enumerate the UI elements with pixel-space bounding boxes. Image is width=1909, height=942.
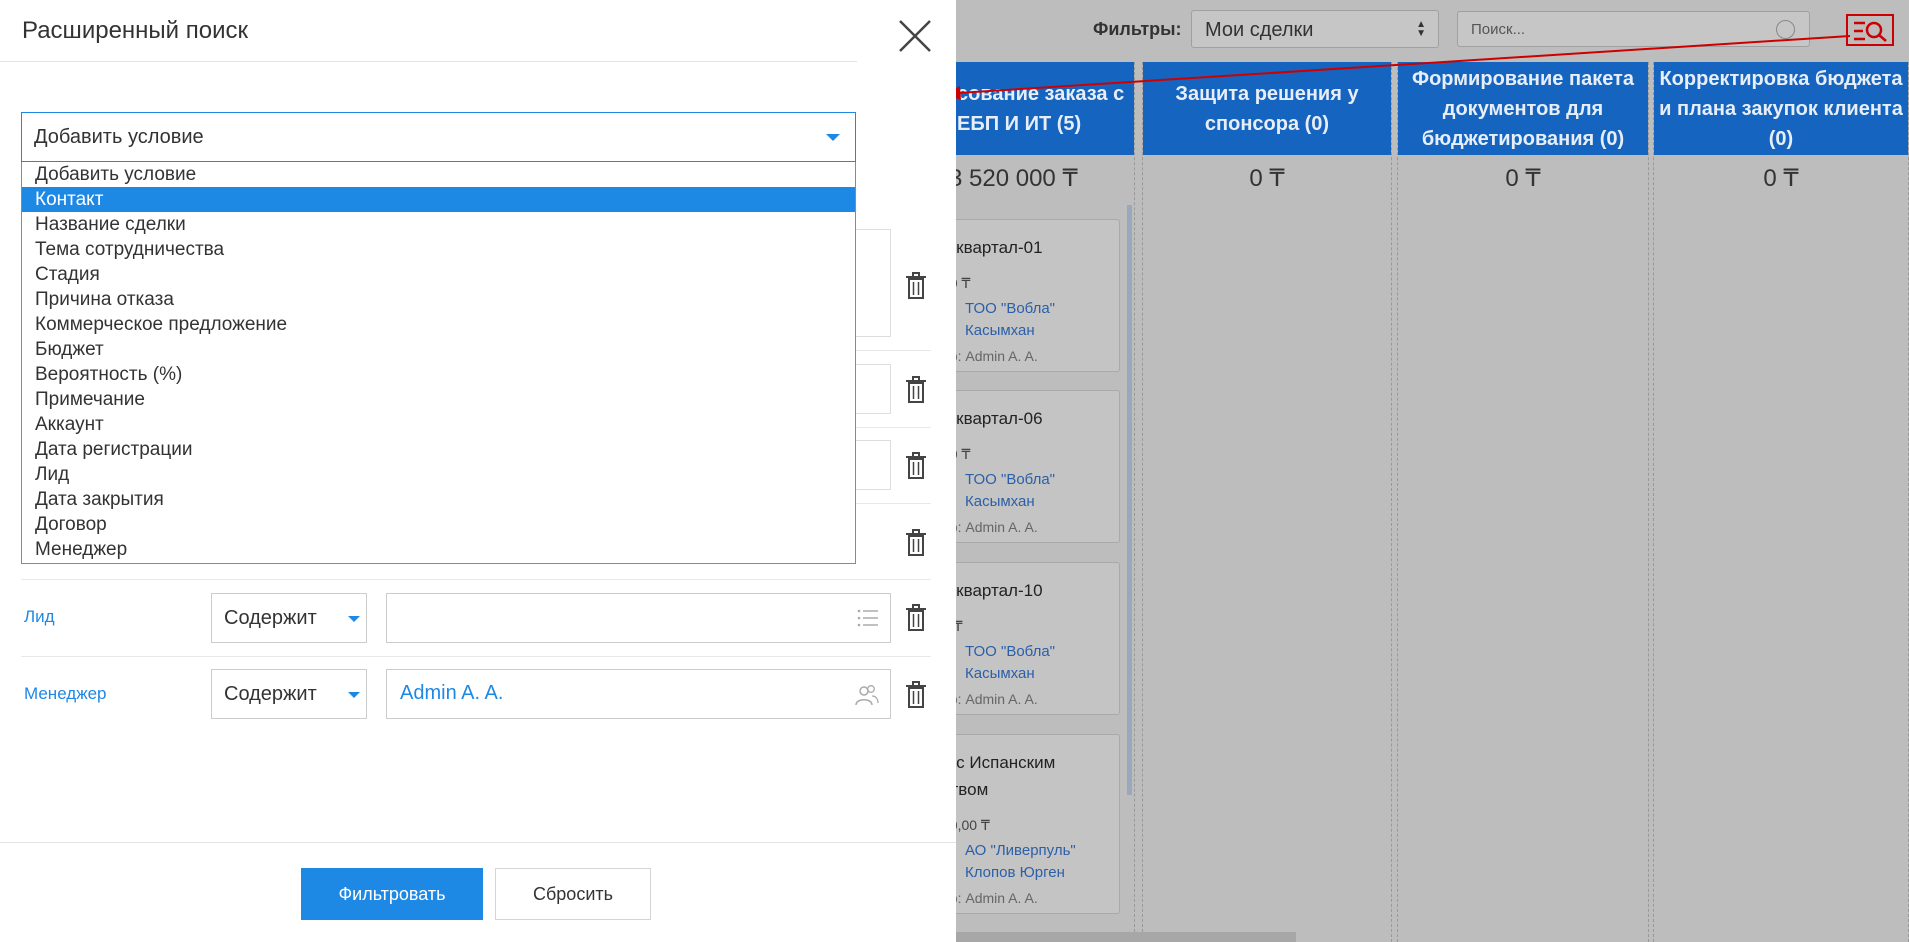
board-horizontal-scrollbar[interactable] xyxy=(956,932,1296,942)
close-icon[interactable] xyxy=(895,16,935,56)
panel-title: Расширенный поиск xyxy=(22,17,248,44)
trash-icon[interactable] xyxy=(904,376,928,404)
reset-button[interactable]: Сбросить xyxy=(495,868,651,920)
column-sum: 0 ₸ xyxy=(1763,165,1799,192)
condition-value-input[interactable]: Admin A. A. xyxy=(386,669,891,719)
deal-manager: ер: Admin A. A. xyxy=(942,691,1038,707)
dropdown-option[interactable]: Стадия xyxy=(22,262,855,287)
add-condition-select[interactable]: Добавить условие xyxy=(21,112,856,162)
condition-value-input[interactable] xyxy=(386,593,891,643)
annotation-arrow xyxy=(944,35,1851,100)
board-columns: сование заказа с ЕБП И ИТ (5) 3 520 000 … xyxy=(940,62,1909,942)
deal-manager: ер: Admin A. A. xyxy=(942,519,1038,535)
deal-contact-link[interactable]: Касымхан xyxy=(965,491,1035,513)
trash-icon[interactable] xyxy=(904,604,928,632)
dropdown-option[interactable]: Бюджет xyxy=(22,337,855,362)
deal-title: а квартал-06 xyxy=(942,409,1043,428)
deal-contact-link[interactable]: Клопов Юрген xyxy=(965,862,1065,884)
deal-company-link[interactable]: ТОО "Вобла" xyxy=(965,641,1055,663)
board-column: Защита решения у спонсора (0) 0 ₸ xyxy=(1142,62,1392,942)
dropdown-option[interactable]: Вероятность (%) xyxy=(22,362,855,387)
condition-operator-select[interactable]: Содержит xyxy=(211,669,367,719)
caret-down-icon xyxy=(348,692,360,698)
dropdown-option[interactable]: Причина отказа xyxy=(22,287,855,312)
deal-title: а с Испанским xyxy=(942,753,1056,772)
dropdown-option[interactable]: Коммерческое предложение xyxy=(22,312,855,337)
deal-company-link[interactable]: ТОО "Вобла" xyxy=(965,298,1055,320)
advanced-search-panel: Расширенный поиск Лид Содержит Менеджер … xyxy=(0,0,956,942)
dropdown-option[interactable]: Менеджер xyxy=(22,537,855,562)
column-scrollbar[interactable] xyxy=(1127,205,1132,795)
deal-card[interactable]: а с Испанским ством 00,00 ₸ АО "Ливерпул… xyxy=(941,734,1120,914)
add-condition-dropdown: Добавить условие Контакт Название сделки Те… xyxy=(21,162,856,564)
condition-value: Admin A. A. xyxy=(400,682,504,704)
deal-title: а квартал-10 xyxy=(942,581,1043,600)
deal-title: а квартал-01 xyxy=(942,238,1043,257)
deal-manager: ер: Admin A. A. xyxy=(942,348,1038,364)
dropdown-option[interactable]: Название сделки xyxy=(22,212,855,237)
dropdown-option[interactable]: Лид xyxy=(22,462,855,487)
deal-card[interactable]: а квартал-10 0 ₸ ТОО "Вобла" Касымхан ер… xyxy=(941,562,1120,715)
add-condition-value: Добавить условие xyxy=(34,126,204,148)
dropdown-option[interactable]: Примечание xyxy=(22,387,855,412)
row-divider xyxy=(21,656,931,657)
column-sum: 0 ₸ xyxy=(1249,165,1285,192)
board-column: сование заказа с ЕБП И ИТ (5) 3 520 000 … xyxy=(940,62,1135,942)
operator-value: Содержит xyxy=(224,607,317,629)
deal-card[interactable]: а квартал-06 00 ₸ ТОО "Вобла" Касымхан е… xyxy=(941,390,1120,543)
board-column: Формирование пакета документов для бюдже… xyxy=(1397,62,1649,942)
trash-icon[interactable] xyxy=(904,681,928,709)
footer-divider xyxy=(0,842,956,843)
users-icon[interactable] xyxy=(855,684,879,706)
deal-company-link[interactable]: ТОО "Вобла" xyxy=(965,469,1055,491)
dropdown-option[interactable]: Дата закрытия xyxy=(22,487,855,512)
column-sum: 3 520 000 ₸ xyxy=(949,165,1078,192)
dropdown-option[interactable]: Дата регистрации xyxy=(22,437,855,462)
condition-label-lead[interactable]: Лид xyxy=(24,607,55,627)
dropdown-option[interactable]: Тема сотрудничества xyxy=(22,237,855,262)
deal-manager: ер: Admin A. A. xyxy=(942,890,1038,906)
board-column: Корректировка бюджета и плана закупок кл… xyxy=(1653,62,1909,942)
trash-icon[interactable] xyxy=(904,452,928,480)
caret-down-icon xyxy=(826,134,840,141)
dropdown-option[interactable]: Добавить условие xyxy=(22,162,855,187)
deal-contact-link[interactable]: Касымхан xyxy=(965,663,1035,685)
row-divider xyxy=(21,579,931,580)
dropdown-option[interactable]: Договор xyxy=(22,512,855,537)
condition-label-manager[interactable]: Менеджер xyxy=(24,684,106,704)
trash-icon[interactable] xyxy=(904,529,928,557)
header-divider xyxy=(0,61,857,62)
dropdown-option[interactable]: Контакт xyxy=(22,187,855,212)
deal-card[interactable]: а квартал-01 00 ₸ ТОО "Вобла" Касымхан е… xyxy=(941,219,1120,372)
caret-down-icon xyxy=(348,616,360,622)
column-sum: 0 ₸ xyxy=(1505,165,1541,192)
list-icon[interactable] xyxy=(857,608,879,628)
trash-icon[interactable] xyxy=(904,272,928,300)
operator-value: Содержит xyxy=(224,683,317,705)
condition-operator-select[interactable]: Содержит xyxy=(211,593,367,643)
deal-contact-link[interactable]: Касымхан xyxy=(965,320,1035,342)
deal-company-link[interactable]: АО "Ливерпуль" xyxy=(965,840,1076,862)
filter-button[interactable]: Фильтровать xyxy=(301,868,483,920)
dropdown-option[interactable]: Аккаунт xyxy=(22,412,855,437)
